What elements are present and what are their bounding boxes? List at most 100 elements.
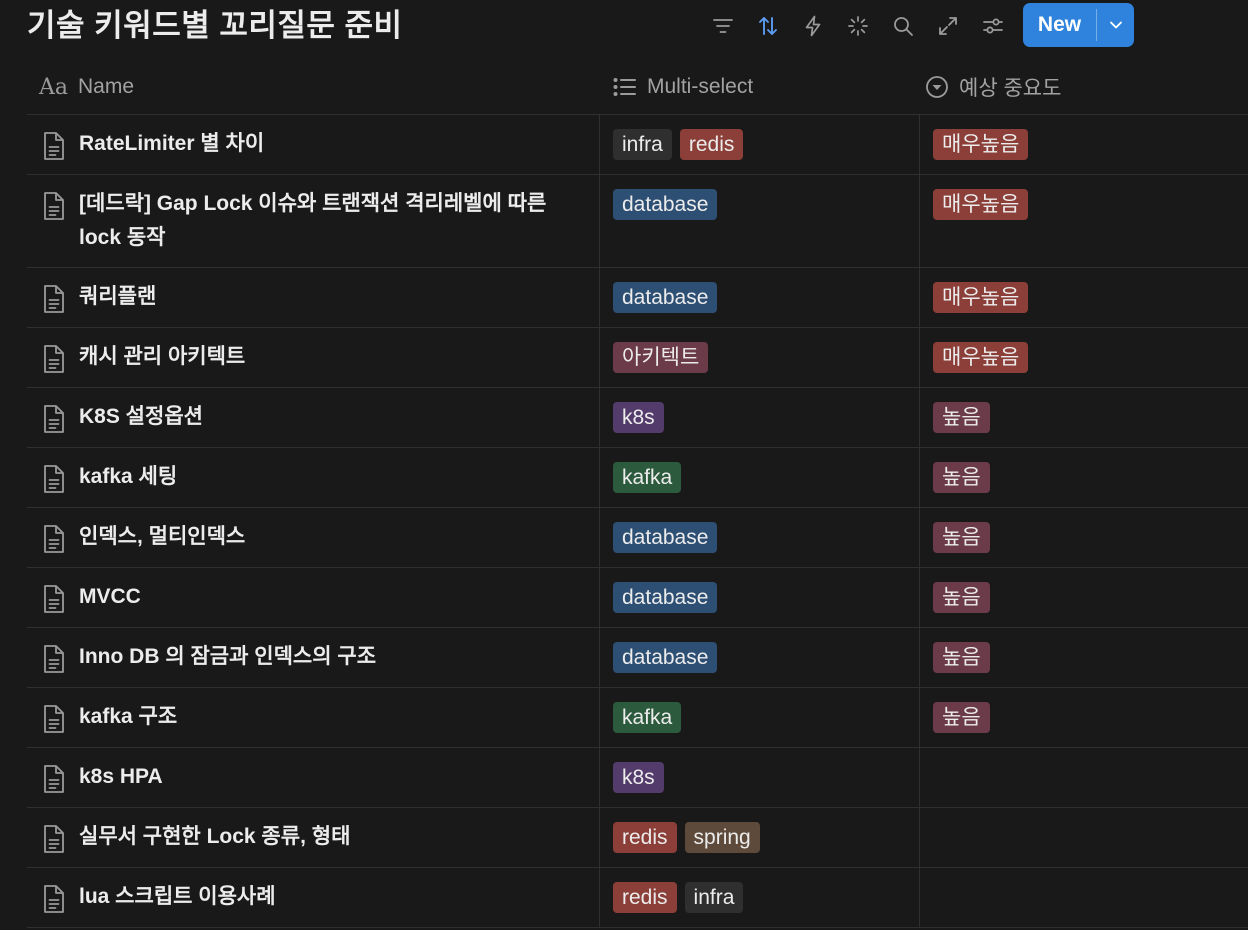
cell-importance[interactable] <box>919 808 1248 867</box>
importance-badge: 매우높음 <box>933 129 1029 160</box>
cell-importance[interactable]: 매우높음 <box>919 175 1248 267</box>
cell-multiselect[interactable]: database <box>599 628 919 687</box>
cell-multiselect[interactable]: database <box>599 568 919 627</box>
tag: database <box>613 642 718 673</box>
row-title[interactable]: 인덱스, 멀티인덱스 <box>79 520 245 567</box>
cell-multiselect[interactable]: database <box>599 508 919 567</box>
page-icon <box>41 524 67 554</box>
cell-importance[interactable]: 높음 <box>919 688 1248 747</box>
cell-importance[interactable]: 매우높음 <box>919 268 1248 327</box>
cell-name[interactable]: 실무서 구현한 Lock 종류, 형태 <box>27 808 599 867</box>
table-row[interactable]: Inno DB 의 잠금과 인덱스의 구조 database 높음 <box>27 628 1248 688</box>
list-icon <box>613 76 637 98</box>
cell-multiselect[interactable]: database <box>599 268 919 327</box>
table-row[interactable]: 쿼리플랜 database 매우높음 <box>27 268 1248 328</box>
table-row[interactable]: RateLimiter 별 차이 infra redis 매우높음 <box>27 115 1248 175</box>
tag: database <box>613 189 718 220</box>
cell-multiselect[interactable]: 아키텍트 <box>599 328 919 387</box>
tag: kafka <box>613 462 682 493</box>
tag: redis <box>613 822 677 853</box>
cell-importance[interactable]: 높음 <box>919 448 1248 507</box>
cell-importance[interactable] <box>919 868 1248 927</box>
row-title[interactable]: [데드락] Gap Lock 이슈와 트랜잭션 격리레벨에 따른 lock 동작 <box>79 187 569 267</box>
cell-multiselect[interactable]: kafka <box>599 448 919 507</box>
cell-multiselect[interactable]: redis infra <box>599 868 919 927</box>
table-row[interactable]: kafka 구조 kafka 높음 <box>27 688 1248 748</box>
cell-multiselect[interactable]: k8s <box>599 748 919 807</box>
column-header-importance[interactable]: 예상 중요도 <box>919 60 1248 114</box>
cell-importance[interactable]: 높음 <box>919 568 1248 627</box>
cell-multiselect[interactable]: k8s <box>599 388 919 447</box>
column-header-name[interactable]: Aa Name <box>27 60 599 114</box>
row-title[interactable]: kafka 구조 <box>79 700 177 747</box>
importance-badge: 높음 <box>933 462 990 493</box>
cell-name[interactable]: Inno DB 의 잠금과 인덱스의 구조 <box>27 628 599 687</box>
table-row[interactable]: 실무서 구현한 Lock 종류, 형태 redis spring <box>27 808 1248 868</box>
tag: spring <box>684 822 760 853</box>
tag: database <box>613 522 718 553</box>
column-header-label: Multi-select <box>647 75 754 98</box>
table-row[interactable]: 인덱스, 멀티인덱스 database 높음 <box>27 508 1248 568</box>
cell-name[interactable]: MVCC <box>27 568 599 627</box>
table-row[interactable]: kafka 세팅 kafka 높음 <box>27 448 1248 508</box>
tag: infra <box>613 129 672 160</box>
table-row[interactable]: 캐시 관리 아키텍트 아키텍트 매우높음 <box>27 328 1248 388</box>
new-button[interactable]: New <box>1023 3 1096 47</box>
cell-multiselect[interactable]: redis spring <box>599 808 919 867</box>
cell-name[interactable]: K8S 설정옵션 <box>27 388 599 447</box>
new-dropdown-button[interactable] <box>1097 3 1134 47</box>
lightning-icon[interactable] <box>790 4 835 48</box>
cell-name[interactable]: 인덱스, 멀티인덱스 <box>27 508 599 567</box>
row-title[interactable]: RateLimiter 별 차이 <box>79 127 264 174</box>
cell-multiselect[interactable]: database <box>599 175 919 267</box>
sort-icon[interactable] <box>745 4 790 48</box>
cell-importance[interactable] <box>919 748 1248 807</box>
cell-multiselect[interactable]: infra redis <box>599 115 919 174</box>
row-title[interactable]: kafka 세팅 <box>79 460 177 507</box>
table-row[interactable]: MVCC database 높음 <box>27 568 1248 628</box>
search-icon[interactable] <box>880 4 925 48</box>
table-row[interactable]: K8S 설정옵션 k8s 높음 <box>27 388 1248 448</box>
new-button-group: New <box>1023 3 1134 47</box>
cell-multiselect[interactable]: kafka <box>599 688 919 747</box>
cell-name[interactable]: kafka 세팅 <box>27 448 599 507</box>
settings-sliders-icon[interactable] <box>970 4 1015 48</box>
cell-name[interactable]: RateLimiter 별 차이 <box>27 115 599 174</box>
cell-name[interactable]: lua 스크립트 이용사례 <box>27 868 599 927</box>
row-title[interactable]: Inno DB 의 잠금과 인덱스의 구조 <box>79 640 376 687</box>
tag: database <box>613 582 718 613</box>
page-title: 기술 키워드별 꼬리질문 준비 <box>27 8 403 43</box>
importance-badge: 매우높음 <box>933 189 1029 220</box>
row-title[interactable]: 쿼리플랜 <box>79 280 156 327</box>
filter-icon[interactable] <box>700 4 745 48</box>
tag: k8s <box>613 402 664 433</box>
table-header: Aa Name Multi-select 예상 중요도 <box>27 60 1248 115</box>
row-title[interactable]: K8S 설정옵션 <box>79 400 203 447</box>
sparkle-icon[interactable] <box>835 4 880 48</box>
cell-importance[interactable]: 높음 <box>919 628 1248 687</box>
column-header-multiselect[interactable]: Multi-select <box>599 60 919 114</box>
cell-importance[interactable]: 매우높음 <box>919 328 1248 387</box>
table-row[interactable]: lua 스크립트 이용사례 redis infra <box>27 868 1248 928</box>
cell-name[interactable]: [데드락] Gap Lock 이슈와 트랜잭션 격리레벨에 따른 lock 동작 <box>27 175 599 267</box>
cell-importance[interactable]: 높음 <box>919 388 1248 447</box>
tag: k8s <box>613 762 664 793</box>
expand-icon[interactable] <box>925 4 970 48</box>
table-row[interactable]: k8s HPA k8s <box>27 748 1248 808</box>
page-icon <box>41 404 67 434</box>
row-title[interactable]: 실무서 구현한 Lock 종류, 형태 <box>79 820 350 867</box>
page-icon <box>41 464 67 494</box>
row-title[interactable]: 캐시 관리 아키텍트 <box>79 340 245 387</box>
row-title[interactable]: k8s HPA <box>79 760 163 807</box>
table-row[interactable]: [데드락] Gap Lock 이슈와 트랜잭션 격리레벨에 따른 lock 동작… <box>27 175 1248 268</box>
cell-name[interactable]: kafka 구조 <box>27 688 599 747</box>
cell-name[interactable]: k8s HPA <box>27 748 599 807</box>
cell-name[interactable]: 캐시 관리 아키텍트 <box>27 328 599 387</box>
cell-importance[interactable]: 높음 <box>919 508 1248 567</box>
cell-name[interactable]: 쿼리플랜 <box>27 268 599 327</box>
row-title[interactable]: lua 스크립트 이용사례 <box>79 880 276 927</box>
row-title[interactable]: MVCC <box>79 580 141 627</box>
database-table: Aa Name Multi-select 예상 중요도 RateLimiter … <box>27 60 1248 928</box>
tag: infra <box>684 882 744 913</box>
cell-importance[interactable]: 매우높음 <box>919 115 1248 174</box>
